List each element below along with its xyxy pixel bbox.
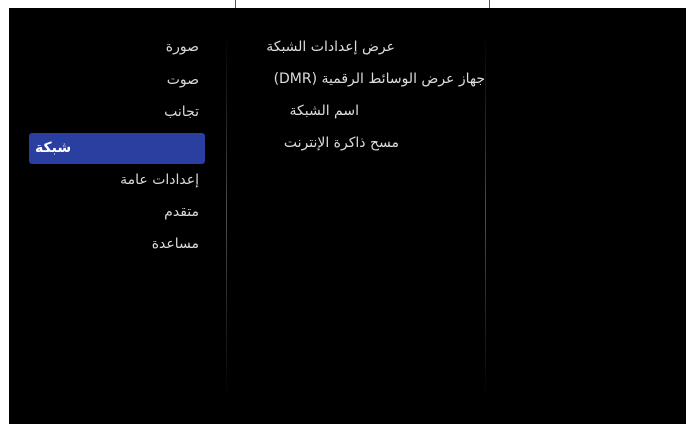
top-tick-right xyxy=(489,0,490,8)
main-menu-item-label: تجانب xyxy=(164,104,199,120)
main-menu-item-label: صوت xyxy=(166,72,199,88)
main-menu-item-label: متقدم xyxy=(164,204,199,220)
top-border xyxy=(9,0,686,8)
top-tick-left xyxy=(235,0,236,8)
submenu-item-clear-internet-memory[interactable]: مسح ذاكرة الإنترنت xyxy=(284,130,399,156)
main-menu-item-label: إعدادات عامة xyxy=(120,172,199,188)
submenu-item-dmr[interactable]: جهاز عرض الوسائط الرقمية (DMR) xyxy=(274,66,485,92)
main-menu-item-advanced[interactable]: متقدم xyxy=(29,199,205,225)
column-divider-left xyxy=(226,30,227,400)
submenu-item-label: جهاز عرض الوسائط الرقمية (DMR) xyxy=(273,71,485,87)
main-menu-item-picture[interactable]: صورة xyxy=(29,34,205,60)
main-menu-item-label: مساعدة xyxy=(151,236,199,252)
main-menu: صورة صوت تجانب شبكة إعدادات عامة متقدم م… xyxy=(29,34,205,254)
main-menu-item-sound[interactable]: صوت xyxy=(29,67,205,93)
submenu-item-label: مسح ذاكرة الإنترنت xyxy=(283,135,399,151)
osd-menu-screen: صورة صوت تجانب شبكة إعدادات عامة متقدم م… xyxy=(9,8,686,424)
submenu-item-view-network-settings[interactable]: عرض إعدادات الشبكة xyxy=(266,34,395,60)
column-divider-right xyxy=(485,30,486,400)
submenu-item-network-name[interactable]: اسم الشبكة xyxy=(290,98,360,124)
main-menu-item-help[interactable]: مساعدة xyxy=(29,231,205,257)
main-menu-item-tiling[interactable]: تجانب xyxy=(29,99,205,125)
network-submenu: عرض إعدادات الشبكة جهاز عرض الوسائط الرق… xyxy=(239,34,485,174)
main-menu-item-label: صورة xyxy=(165,39,199,55)
main-menu-item-label: شبكة xyxy=(35,140,72,156)
main-menu-item-network[interactable]: شبكة xyxy=(29,133,205,164)
submenu-item-label: عرض إعدادات الشبكة xyxy=(266,39,395,55)
main-menu-item-general-settings[interactable]: إعدادات عامة xyxy=(29,167,205,193)
submenu-item-label: اسم الشبكة xyxy=(289,103,360,119)
